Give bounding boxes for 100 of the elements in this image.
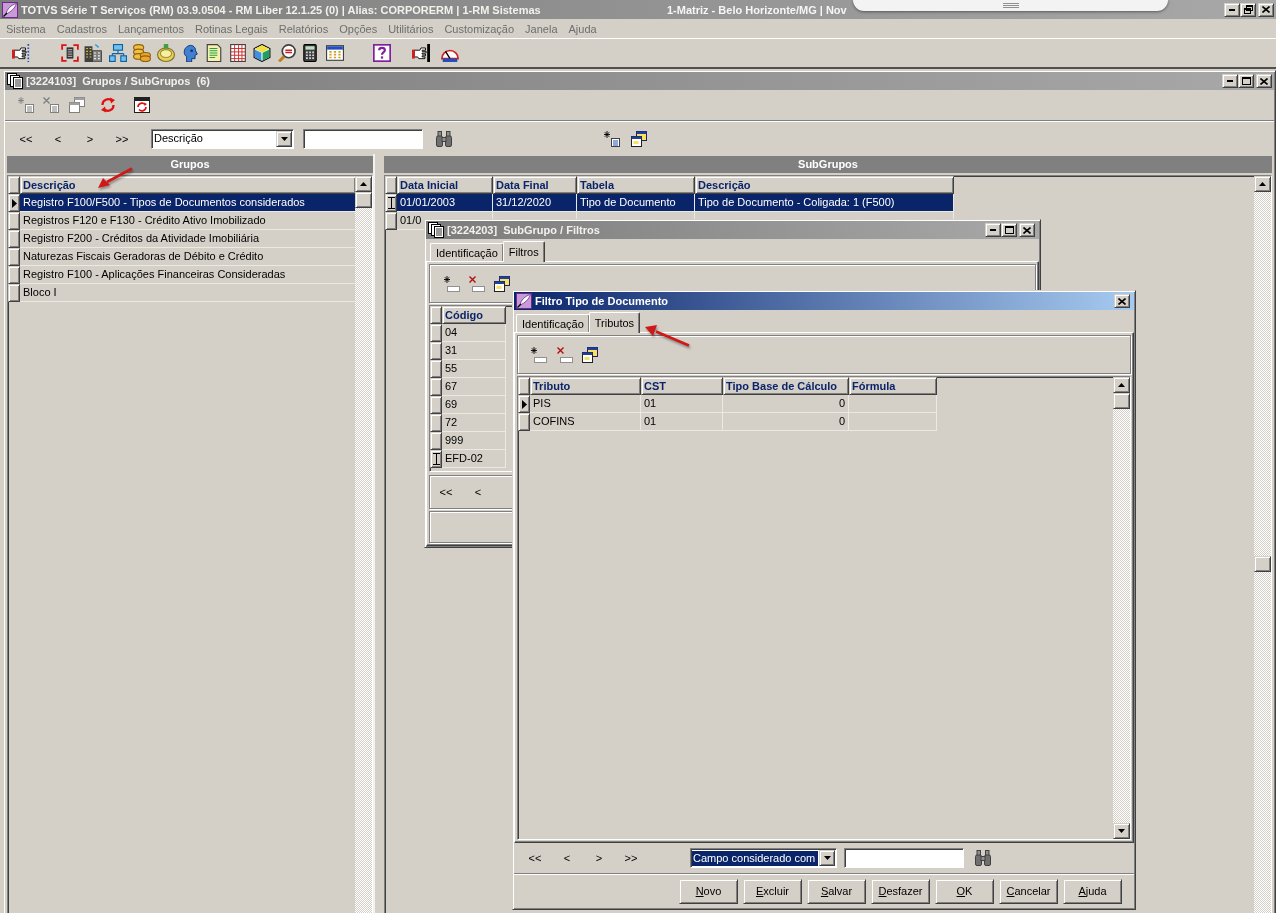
windows-icon[interactable] <box>582 346 598 363</box>
coins-icon[interactable] <box>133 44 151 62</box>
help-icon[interactable] <box>373 44 391 62</box>
maximize-button[interactable] <box>1238 74 1254 88</box>
close-button[interactable] <box>1258 2 1274 17</box>
previous-record-button[interactable]: < <box>462 482 494 502</box>
calendar-refresh-icon[interactable] <box>134 97 150 113</box>
table-cell[interactable]: 55 <box>442 360 506 378</box>
next-record-button[interactable]: > <box>74 128 106 149</box>
coin-icon[interactable] <box>157 44 175 62</box>
cross-bar-icon[interactable] <box>469 275 485 292</box>
last-record-button[interactable]: >> <box>615 848 647 868</box>
row-header[interactable] <box>385 194 397 212</box>
column-header[interactable]: Tipo Base de Cálculo <box>723 377 849 395</box>
cross-list-icon[interactable] <box>43 97 59 113</box>
binoculars-icon[interactable] <box>436 130 452 147</box>
close-button[interactable] <box>1256 74 1272 88</box>
column-header[interactable]: Data Inicial <box>397 176 493 194</box>
column-header[interactable]: CST <box>641 377 723 395</box>
row-header[interactable] <box>430 360 442 378</box>
windows-icon[interactable] <box>631 130 647 147</box>
scroll-up-button[interactable] <box>1113 377 1130 393</box>
ok-button[interactable]: OK <box>935 878 994 904</box>
row-header[interactable] <box>430 342 442 360</box>
delete-button[interactable]: Excluir <box>743 878 802 904</box>
column-header[interactable]: Tributo <box>530 377 641 395</box>
dropdown-button[interactable] <box>819 850 835 866</box>
previous-record-button[interactable]: < <box>42 128 74 149</box>
row-header[interactable] <box>430 324 442 342</box>
maximize-button[interactable] <box>1001 223 1017 237</box>
row-header[interactable] <box>430 378 442 396</box>
table-cell[interactable]: 31 <box>442 342 506 360</box>
restore-button[interactable] <box>1240 2 1256 17</box>
minimize-button[interactable] <box>985 223 1001 237</box>
pointing-hand-icon[interactable] <box>412 44 430 62</box>
undo-button[interactable]: Desfazer <box>871 878 930 904</box>
selection-frame-icon[interactable] <box>61 44 79 62</box>
binoculars-icon[interactable] <box>975 850 991 866</box>
last-record-button[interactable]: >> <box>106 128 138 149</box>
scroll-up-button[interactable] <box>1254 176 1271 192</box>
column-header[interactable]: Código <box>442 306 506 324</box>
menu-item[interactable]: Janela <box>525 22 558 35</box>
dropdown-button[interactable] <box>276 130 292 147</box>
close-button[interactable] <box>1019 223 1035 237</box>
magnifier-icon[interactable] <box>278 44 296 62</box>
calculator-icon[interactable] <box>301 44 319 62</box>
cancel-button[interactable]: Cancelar <box>999 878 1058 904</box>
spreadsheet-icon[interactable] <box>229 44 247 62</box>
row-header[interactable] <box>430 450 442 468</box>
scroll-thumb[interactable] <box>355 192 372 208</box>
row-header[interactable] <box>8 266 20 284</box>
row-header[interactable] <box>8 212 20 230</box>
refresh-icon[interactable] <box>100 97 116 113</box>
table-row[interactable]: PIS 01 0 <box>530 395 937 413</box>
vertical-scrollbar[interactable] <box>1113 377 1130 839</box>
column-header[interactable]: Descrição <box>695 176 954 194</box>
row-header[interactable] <box>430 432 442 450</box>
calendar-icon[interactable] <box>326 44 344 62</box>
pointing-hand-icon[interactable] <box>12 44 30 62</box>
column-header[interactable]: Descrição <box>20 176 356 194</box>
vertical-scrollbar[interactable] <box>1254 176 1271 913</box>
cube-icon[interactable] <box>253 44 271 62</box>
next-record-button[interactable]: > <box>583 848 615 868</box>
person-icon[interactable] <box>181 44 199 62</box>
search-input[interactable] <box>844 848 964 868</box>
scroll-thumb[interactable] <box>1254 556 1271 572</box>
table-cell[interactable]: EFD-02 <box>442 450 506 468</box>
help-button[interactable]: Ajuda <box>1063 878 1122 904</box>
row-header[interactable] <box>8 230 20 248</box>
scroll-up-button[interactable] <box>355 176 372 192</box>
table-cell[interactable]: 999 <box>442 432 506 450</box>
tab[interactable]: Identificação <box>516 314 590 332</box>
row-header[interactable] <box>385 212 397 230</box>
first-record-button[interactable]: << <box>519 848 551 868</box>
column-header[interactable]: Fórmula <box>849 377 937 395</box>
scroll-down-button[interactable] <box>1113 823 1130 839</box>
tab[interactable]: Identificação <box>430 243 504 261</box>
first-record-button[interactable]: << <box>430 482 462 502</box>
table-row[interactable]: COFINS 01 0 <box>530 413 937 431</box>
row-header[interactable] <box>430 414 442 432</box>
menu-item[interactable]: Opções <box>339 22 378 35</box>
windows-icon[interactable] <box>494 275 510 292</box>
table-cell[interactable]: 72 <box>442 414 506 432</box>
column-header[interactable]: Data Final <box>493 176 577 194</box>
new-button[interactable]: Novo <box>679 878 738 904</box>
row-header[interactable] <box>430 396 442 414</box>
row-header[interactable] <box>8 284 20 302</box>
row-header[interactable] <box>518 395 530 413</box>
table-row[interactable]: 01/01/2003 31/12/2020 Tipo de Documento Tipo de Documento - Coligada: 1 (F500) <box>397 194 954 212</box>
previous-record-button[interactable]: < <box>551 848 583 868</box>
row-header[interactable] <box>8 248 20 266</box>
table-cell[interactable]: 04 <box>442 324 506 342</box>
table-cell[interactable]: 67 <box>442 378 506 396</box>
minimize-button[interactable] <box>1224 2 1240 17</box>
first-record-button[interactable]: << <box>10 128 42 149</box>
building-icon[interactable] <box>84 44 102 62</box>
close-button[interactable] <box>1114 294 1130 308</box>
column-header[interactable]: Tabela <box>577 176 695 194</box>
scroll-thumb[interactable] <box>1113 393 1130 409</box>
tab[interactable]: Tributos <box>588 312 641 333</box>
